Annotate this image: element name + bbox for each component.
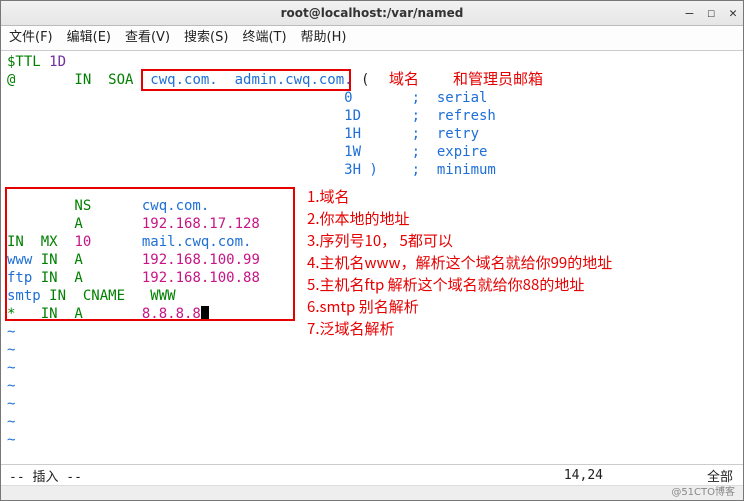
soa-body: 0 ; serial 1D ; refresh 1H ; retry 1W ; … (7, 90, 496, 178)
tilde-line: ~ (7, 432, 15, 448)
image-source-label: @51CTO博客 (1, 485, 743, 500)
ttl-val: 1D (49, 54, 66, 70)
menu-view[interactable]: 查看(V) (125, 26, 170, 50)
menu-edit[interactable]: 编辑(E) (67, 26, 111, 50)
close-button[interactable]: ✕ (729, 6, 737, 21)
tilde-line: ~ (7, 360, 15, 376)
menu-file[interactable]: 文件(F) (9, 26, 53, 50)
tilde-line: ~ (7, 342, 15, 358)
vim-cursor-pos: 14,24 (564, 468, 603, 483)
annot-1: 1.域名 (307, 187, 350, 206)
annot-5: 5.主机名ftp 解析这个域名就给你88的地址 (307, 275, 584, 294)
menu-search[interactable]: 搜索(S) (184, 26, 228, 50)
annot-4: 4.主机名www，解析这个域名就给你99的地址 (307, 253, 612, 272)
annot-7: 7.泛域名解析 (307, 319, 395, 338)
menubar: 文件(F) 编辑(E) 查看(V) 搜索(S) 终端(T) 帮助(H) (1, 26, 743, 51)
titlebar: root@localhost:/var/named — ☐ ✕ (1, 1, 743, 26)
window-title: root@localhost:/var/named (1, 6, 743, 20)
ttl-key: $TTL (7, 54, 49, 70)
maximize-button[interactable]: ☐ (707, 6, 715, 21)
menu-terminal[interactable]: 终端(T) (242, 26, 286, 50)
annot-2: 2.你本地的地址 (307, 209, 410, 228)
tilde-line: ~ (7, 414, 15, 430)
soa-paren: ( (353, 72, 370, 88)
terminal-body[interactable]: $TTL 1D @ IN SOA cwq.com. admin.cwq.com.… (1, 51, 743, 464)
vim-mode: -- 插入 -- (9, 466, 82, 485)
terminal-window: root@localhost:/var/named — ☐ ✕ 文件(F) 编辑… (0, 0, 744, 501)
window-controls: — ☐ ✕ (686, 6, 737, 21)
vim-status-bar: -- 插入 -- 14,24 全部 (1, 464, 743, 485)
soa-line-left: @ IN SOA (7, 72, 150, 88)
tilde-line: ~ (7, 378, 15, 394)
callout-box-records (5, 187, 295, 321)
menu-help[interactable]: 帮助(H) (301, 26, 347, 50)
minimize-button[interactable]: — (686, 6, 694, 21)
tilde-line: ~ (7, 324, 15, 340)
annot-6: 6.smtp 别名解析 (307, 297, 419, 316)
annot-top-admin: 和管理员邮箱 (453, 69, 543, 88)
tilde-line: ~ (7, 396, 15, 412)
annot-top-domain: 域名 (389, 69, 419, 88)
callout-box-soa (141, 69, 351, 91)
vim-scroll-ind: 全部 (707, 466, 733, 485)
annot-3: 3.序列号10， 5都可以 (307, 231, 453, 250)
